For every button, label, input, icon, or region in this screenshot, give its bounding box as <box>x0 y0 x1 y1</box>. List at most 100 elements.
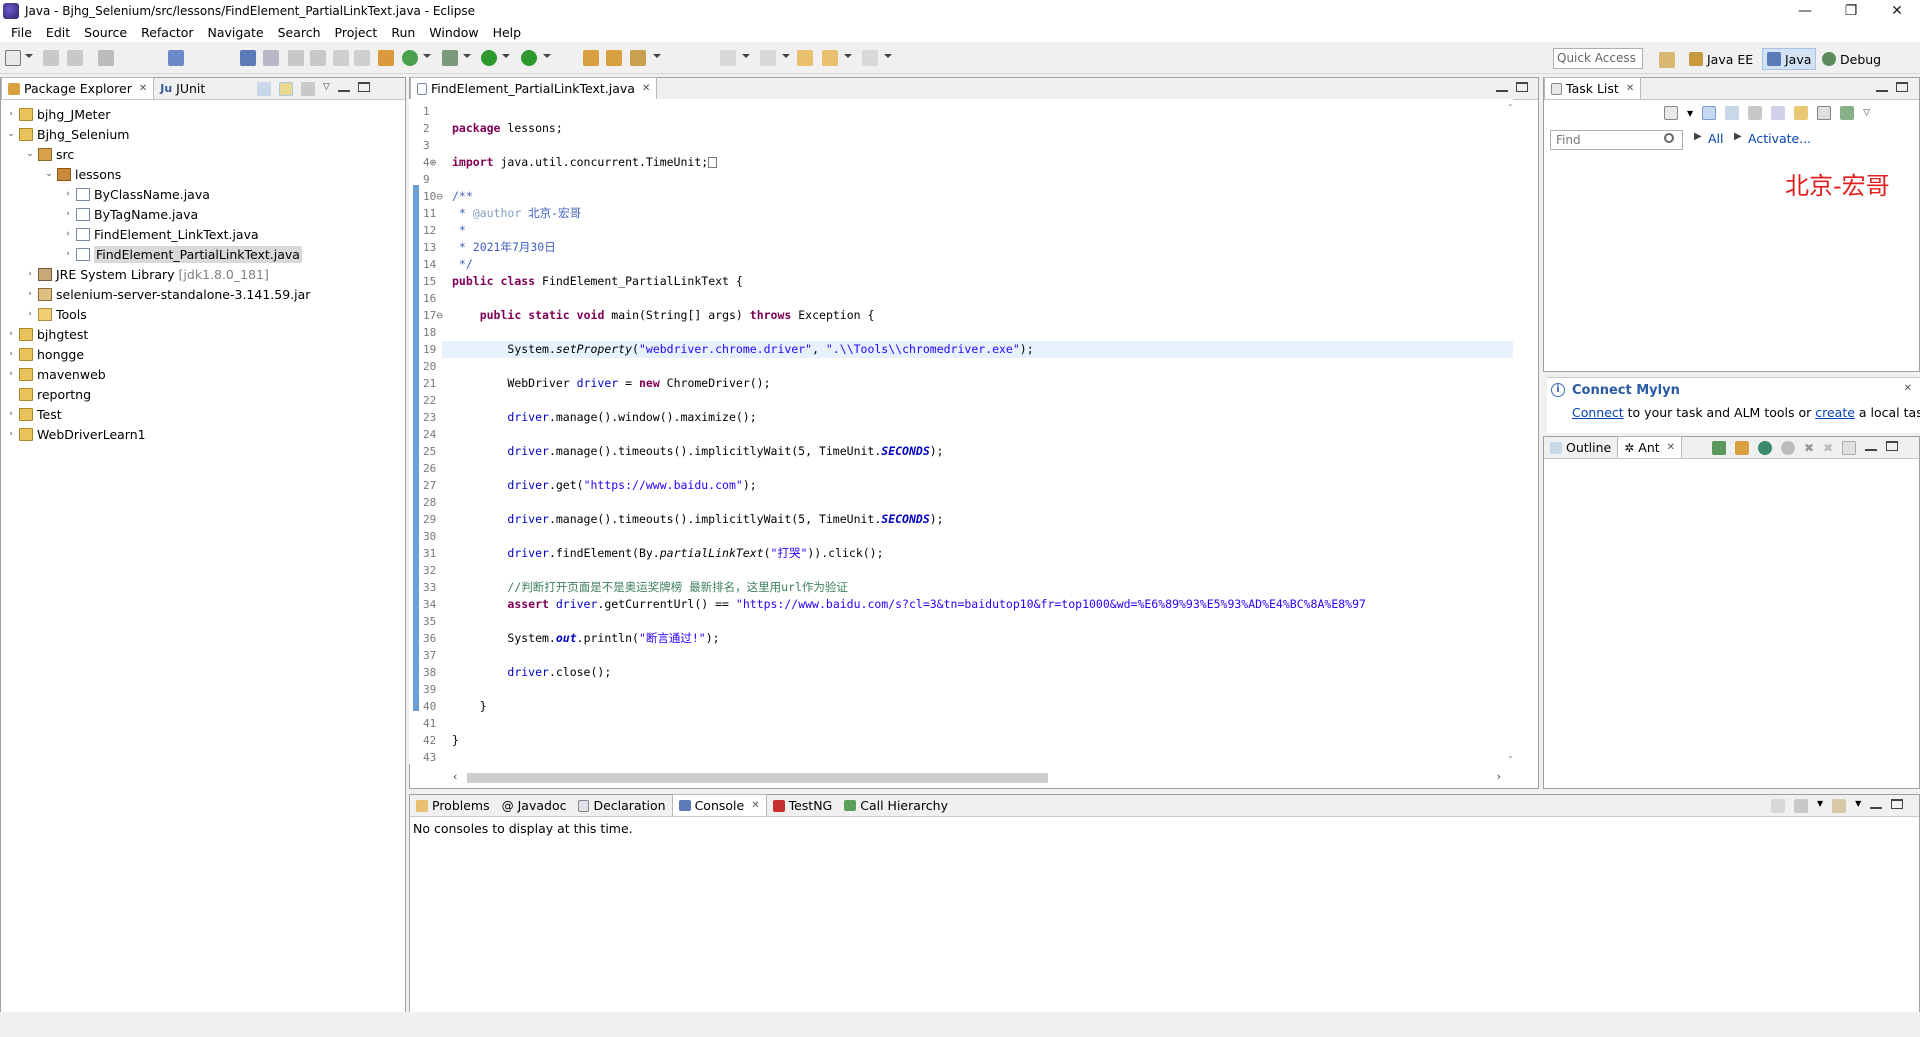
tree-item[interactable]: › FindElement_LinkText.java <box>5 224 310 244</box>
sync-icon[interactable] <box>1840 106 1855 120</box>
minimize-icon[interactable] <box>1865 441 1878 451</box>
chevron-right-icon[interactable]: › <box>5 109 17 119</box>
menu-window[interactable]: Window <box>422 25 485 40</box>
menu-source[interactable]: Source <box>77 25 134 40</box>
chevron-down-icon[interactable] <box>742 54 750 58</box>
chevron-down-icon[interactable]: ▼ <box>1817 799 1823 813</box>
close-icon[interactable]: ✕ <box>642 83 650 94</box>
maximize-icon[interactable] <box>1886 441 1899 451</box>
chevron-right-icon[interactable]: › <box>5 349 17 359</box>
tree-item[interactable]: ⌄ lessons <box>5 164 310 184</box>
chevron-right-icon[interactable]: › <box>24 309 36 319</box>
connect-link[interactable]: Connect <box>1572 405 1624 420</box>
chevron-right-icon[interactable]: › <box>24 289 36 299</box>
scroll-thumb[interactable] <box>467 773 1048 783</box>
link-editor-icon[interactable] <box>279 82 293 96</box>
menu-file[interactable]: File <box>4 25 39 40</box>
menu-help[interactable]: Help <box>486 25 529 40</box>
menu-project[interactable]: Project <box>328 25 385 40</box>
close-icon[interactable]: ✕ <box>1626 83 1634 94</box>
tree-item[interactable]: ⌄ Bjhg_Selenium <box>5 124 310 144</box>
close-icon[interactable]: ✕ <box>751 800 759 811</box>
chevron-right-icon[interactable]: › <box>5 429 17 439</box>
minimize-icon[interactable] <box>1496 82 1508 92</box>
tab-task-list[interactable]: Task List ✕ <box>1544 77 1642 99</box>
perspective-java-ee[interactable]: Java EE <box>1685 48 1757 70</box>
menu-search[interactable]: Search <box>271 25 328 40</box>
maximize-button[interactable]: ❐ <box>1828 0 1874 22</box>
tab-editor-file[interactable]: FindElement_PartialLinkText.java ✕ <box>410 77 658 99</box>
tree-item[interactable]: › ByTagName.java <box>5 204 310 224</box>
chevron-down-icon[interactable] <box>782 54 790 58</box>
pin-console-icon[interactable] <box>1771 799 1785 813</box>
next-annotation-icon[interactable] <box>720 50 736 66</box>
tree-item[interactable]: › JRE System Library [jdk1.8.0_181] <box>5 264 310 284</box>
create-link[interactable]: create <box>1815 405 1855 420</box>
last-edit-icon[interactable] <box>797 50 813 66</box>
collapse-all-icon[interactable] <box>257 82 271 96</box>
task-find-input[interactable]: Find <box>1550 130 1683 150</box>
toggle-mark-icon[interactable] <box>263 50 279 66</box>
run-default-icon[interactable] <box>1781 441 1795 455</box>
minimize-icon[interactable] <box>1870 799 1883 809</box>
debug-icon[interactable] <box>442 50 458 66</box>
add-buildfile-icon[interactable] <box>1712 441 1726 455</box>
menu-run[interactable]: Run <box>384 25 422 40</box>
tab-call-hierarchy[interactable]: Call Hierarchy <box>838 795 954 816</box>
display-console-icon[interactable] <box>1794 799 1808 813</box>
tree-item[interactable]: › mavenweb <box>5 364 310 384</box>
edit-icon[interactable] <box>288 50 304 66</box>
tree-item[interactable]: › hongge <box>5 344 310 364</box>
chevron-right-icon[interactable]: › <box>5 409 17 419</box>
chevron-down-icon[interactable] <box>884 54 892 58</box>
editor-vertical-scrollbar[interactable]: ⌃ ⌄ <box>1504 99 1516 764</box>
perspective-debug[interactable]: Debug <box>1818 48 1885 70</box>
scroll-down-icon[interactable]: ⌄ <box>1507 751 1514 760</box>
new-icon[interactable] <box>5 50 21 66</box>
menu-edit[interactable]: Edit <box>39 25 77 40</box>
scroll-right-icon[interactable]: › <box>1497 770 1501 783</box>
chevron-down-icon[interactable]: ▼ <box>1855 799 1861 813</box>
tree-item[interactable]: reportng <box>5 384 310 404</box>
run-target-icon[interactable] <box>1758 441 1772 455</box>
tab-console[interactable]: Console ✕ <box>671 794 767 816</box>
tab-ant[interactable]: ✲ Ant ✕ <box>1617 436 1683 458</box>
tree-item[interactable]: › bjhg_JMeter <box>5 104 310 124</box>
whitespace-icon[interactable] <box>354 50 370 66</box>
tab-javadoc[interactable]: @ Javadoc <box>496 795 573 816</box>
filter-icon[interactable] <box>1748 106 1763 120</box>
tree-item[interactable]: › FindElement_PartialLinkText.java <box>5 244 310 264</box>
filter-icon[interactable] <box>301 82 315 96</box>
chevron-down-icon[interactable] <box>25 54 33 58</box>
open-type-icon[interactable] <box>583 50 599 66</box>
editor-horizontal-scrollbar[interactable]: ‹ › <box>449 770 1503 784</box>
tree-item[interactable]: › selenium-server-standalone-3.141.59.jar <box>5 284 310 304</box>
categorized-icon[interactable] <box>1702 106 1717 120</box>
save-icon[interactable] <box>43 50 59 66</box>
open-console-icon[interactable] <box>1832 799 1847 813</box>
minimize-icon[interactable] <box>337 82 350 92</box>
perspective-java[interactable]: Java <box>1762 48 1817 70</box>
run-external-icon[interactable] <box>521 50 537 66</box>
close-icon[interactable]: ✕ <box>1904 383 1912 394</box>
chevron-right-icon[interactable]: › <box>62 189 74 199</box>
print-icon[interactable] <box>98 50 114 66</box>
search-pen-icon[interactable] <box>630 50 646 66</box>
open-folder-icon[interactable] <box>606 50 622 66</box>
menu-navigate[interactable]: Navigate <box>201 25 271 40</box>
chevron-down-icon[interactable]: ▼ <box>1687 109 1693 118</box>
tab-problems[interactable]: Problems <box>410 795 496 816</box>
tab-testng[interactable]: TestNG <box>767 795 839 816</box>
chevron-down-icon[interactable] <box>543 54 551 58</box>
maximize-icon[interactable] <box>1516 82 1528 92</box>
chevron-down-icon[interactable] <box>502 54 510 58</box>
view-menu-icon[interactable]: ▽ <box>1863 108 1870 118</box>
quick-access-input[interactable]: Quick Access <box>1553 48 1643 69</box>
menu-refactor[interactable]: Refactor <box>134 25 200 40</box>
chevron-down-icon[interactable]: ⌄ <box>43 169 55 179</box>
chevron-right-icon[interactable]: › <box>62 209 74 219</box>
scheduled-icon[interactable] <box>1725 106 1740 120</box>
skip-breakpoints-icon[interactable] <box>240 50 256 66</box>
focus-icon[interactable] <box>1794 106 1809 120</box>
chevron-right-icon[interactable]: › <box>62 249 74 259</box>
